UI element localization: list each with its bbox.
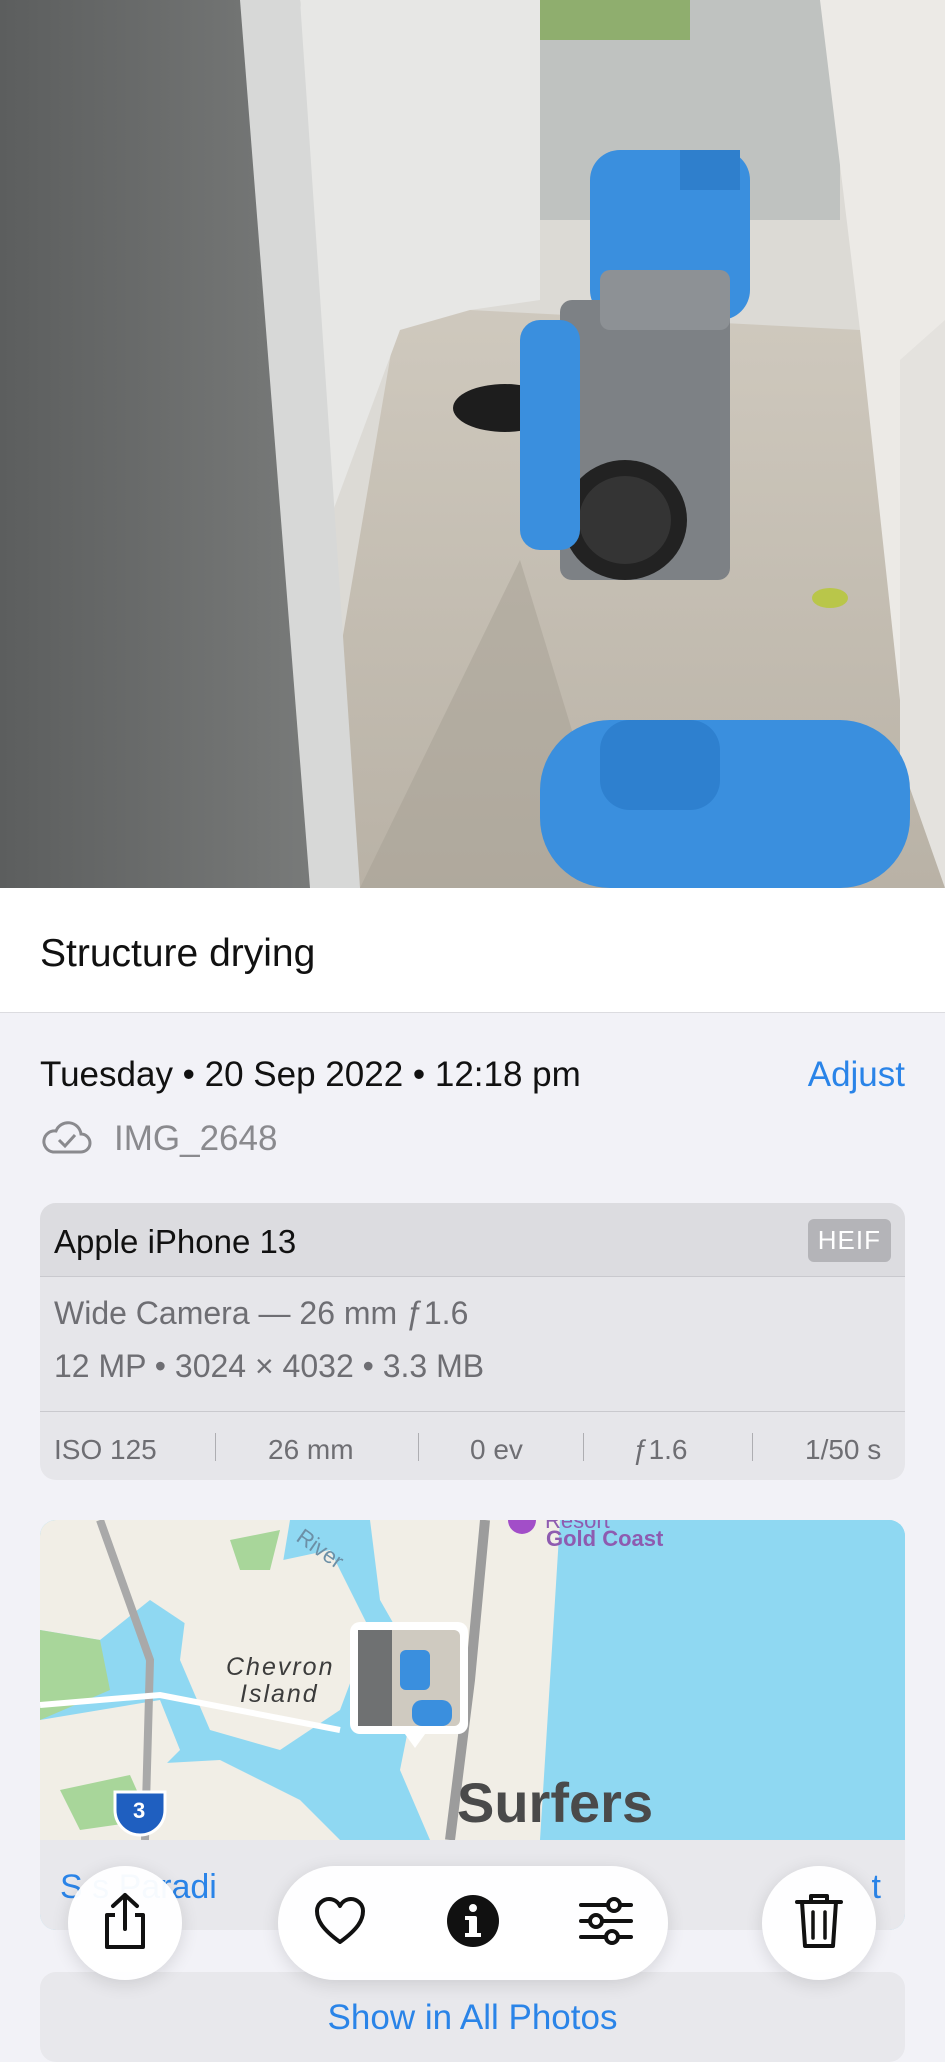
camera-header: Apple iPhone 13 HEIF (40, 1203, 905, 1277)
exif-aperture: ƒ1.6 (633, 1434, 688, 1465)
format-badge: HEIF (807, 1219, 891, 1262)
exif-iso: ISO 125 (54, 1434, 157, 1465)
adjust-edit-button[interactable] (577, 1894, 635, 1952)
location-name-suffix: t (871, 1868, 881, 1906)
file-info: IMG_2648 (40, 1115, 277, 1163)
map-label-island-2: Island (240, 1680, 319, 1708)
delete-button[interactable] (762, 1866, 876, 1980)
photo-caption[interactable]: Structure drying (40, 932, 315, 976)
show-in-all-photos-label: Show in All Photos (327, 1998, 618, 2037)
map-label-island-1: Chevron (226, 1653, 335, 1681)
map-image: River Resort Gold Coast Chevron Island S… (40, 1520, 905, 1841)
trash-icon (795, 1892, 843, 1955)
lens-info: Wide Camera — 26 mm ƒ1.6 (54, 1295, 469, 1331)
filename: IMG_2648 (114, 1119, 278, 1158)
divider (752, 1433, 753, 1461)
map-label-surfers: Surfers (457, 1771, 653, 1834)
exif-ev: 0 ev (470, 1434, 523, 1465)
caption-bar[interactable]: Structure drying (0, 888, 945, 1013)
favorite-button[interactable] (311, 1894, 369, 1952)
exif-shutter: 1/50 s (805, 1434, 882, 1465)
icloud-icon (40, 1119, 92, 1160)
share-icon (99, 1891, 151, 1956)
photo-pin[interactable] (350, 1622, 468, 1748)
route-number: 3 (133, 1798, 145, 1823)
info-icon (446, 1894, 500, 1953)
sliders-icon (578, 1896, 634, 1950)
adjust-button[interactable]: Adjust (808, 1055, 905, 1095)
share-button[interactable] (68, 1866, 182, 1980)
camera-info-card: Apple iPhone 13 HEIF Wide Camera — 26 mm… (40, 1203, 905, 1480)
image-specs: 12 MP • 3024 × 4032 • 3.3 MB (54, 1348, 485, 1384)
divider (583, 1433, 584, 1461)
map-label-gold-coast: Gold Coast (546, 1526, 664, 1551)
divider (418, 1433, 419, 1461)
date-time: Tuesday • 20 Sep 2022 • 12:18 pm (40, 1055, 581, 1094)
show-in-all-photos-button[interactable]: Show in All Photos (40, 1972, 905, 2062)
exif-focal: 26 mm (268, 1434, 354, 1465)
divider (215, 1433, 216, 1461)
photo-actions-toolbar (278, 1866, 668, 1980)
photo-image (0, 0, 945, 888)
exif-row: ISO 125 26 mm 0 ev ƒ1.6 1/50 s (40, 1411, 905, 1480)
info-button[interactable] (444, 1894, 502, 1952)
device-name: Apple iPhone 13 (54, 1223, 297, 1260)
photo-view[interactable] (0, 0, 945, 888)
heart-icon (314, 1896, 366, 1950)
